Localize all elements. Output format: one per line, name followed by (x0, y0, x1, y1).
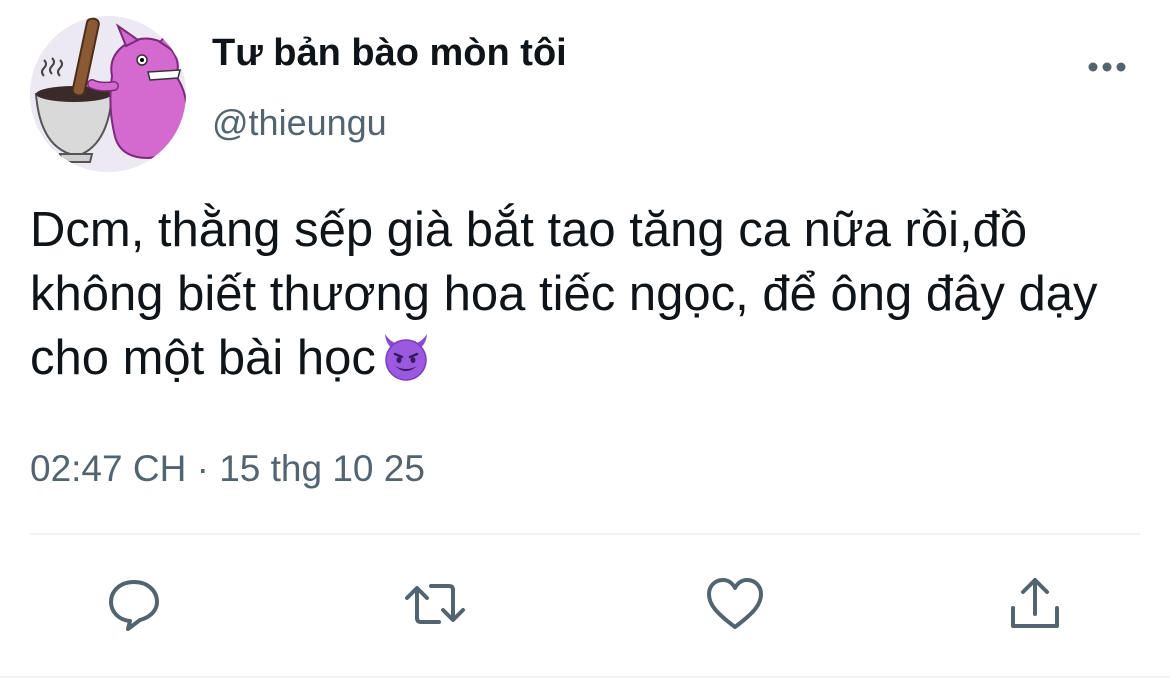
tweet-timestamp[interactable]: 02:47 CH · 15 thg 10 25 (30, 448, 425, 490)
tweet-text: Dcm, thằng sếp già bắt tao tăng ca nữa r… (30, 198, 1140, 390)
retweet-arrows-icon (405, 584, 465, 624)
smiling-face-with-horns-icon (384, 334, 427, 381)
heart-icon (707, 578, 763, 629)
user-handle[interactable]: @thieungu (212, 102, 387, 144)
like-button[interactable] (703, 572, 767, 636)
retweet-button[interactable] (403, 572, 467, 636)
share-upload-icon (1011, 578, 1059, 628)
divider (30, 533, 1140, 535)
share-button[interactable] (1003, 572, 1067, 636)
more-options-button[interactable] (1082, 52, 1132, 82)
avatar[interactable] (30, 16, 186, 172)
bottom-divider (0, 676, 1170, 678)
display-name[interactable]: Tư bản bào mòn tôi (212, 32, 567, 75)
tweet-body: Dcm, thằng sếp già bắt tao tăng ca nữa r… (30, 203, 1098, 385)
speech-bubble-icon (109, 580, 159, 631)
more-dots-icon (1088, 62, 1126, 72)
avatar-image (30, 16, 186, 172)
reply-button[interactable] (102, 572, 166, 636)
